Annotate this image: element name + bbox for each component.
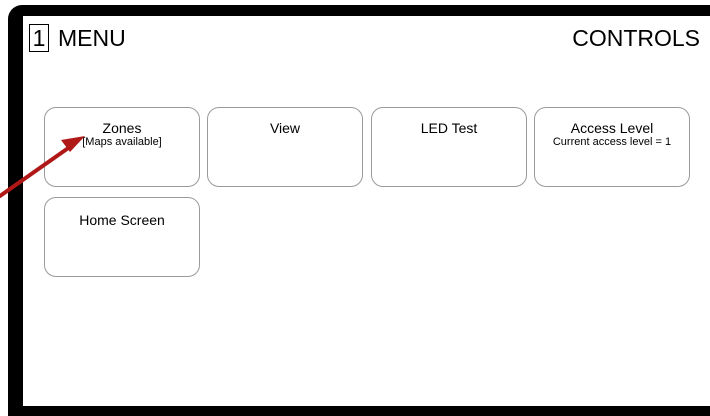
pointer-arrow-icon bbox=[0, 136, 85, 198]
pointer-arrow-shaft bbox=[0, 142, 76, 198]
